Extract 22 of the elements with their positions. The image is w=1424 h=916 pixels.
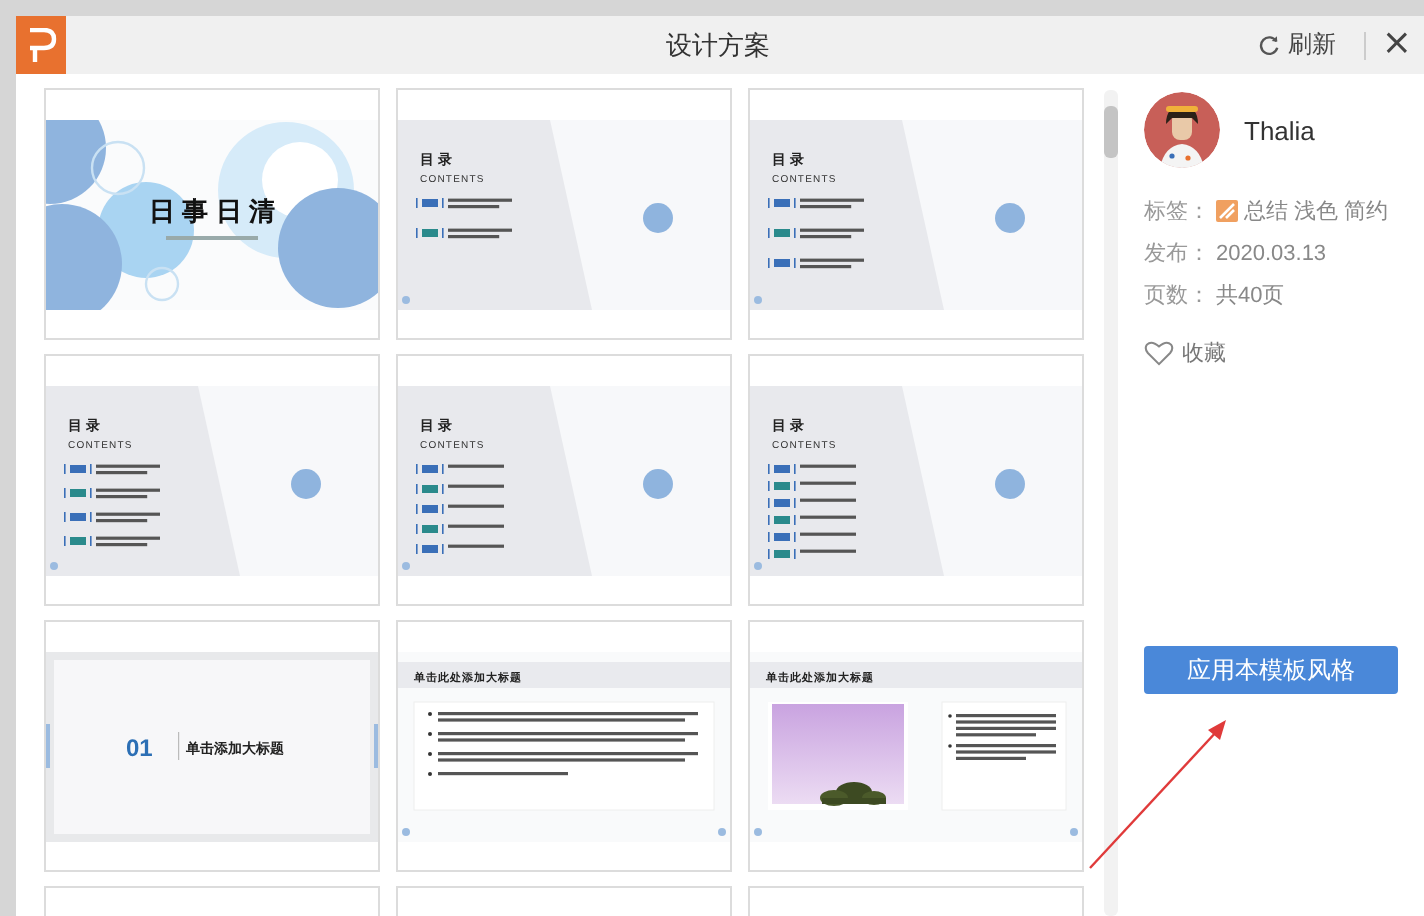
author-name: Thalia (1244, 115, 1315, 145)
slide-title: 日 事 日 清 (149, 195, 275, 225)
heart-icon (1144, 340, 1174, 366)
detail-label: 标签： (1144, 198, 1212, 226)
slide-thumbnail[interactable]: 日 事 日 清 (44, 88, 380, 340)
tag-icon (1216, 200, 1238, 222)
detail-value: 2020.03.13 (1216, 241, 1327, 265)
detail-value: 共40页 (1216, 282, 1285, 310)
refresh-icon (1257, 34, 1280, 56)
close-button[interactable]: × (1381, 25, 1424, 65)
tag-link[interactable]: 简约 (1344, 196, 1388, 226)
section-number: 01 (126, 733, 153, 761)
favorite-button[interactable]: 收藏 (1144, 338, 1226, 368)
scrollbar-thumb[interactable] (1104, 106, 1118, 158)
tag-link[interactable]: 浅色 (1294, 196, 1338, 226)
window-title: 设计方案 (663, 27, 772, 63)
tag-link[interactable]: 总结 (1244, 196, 1288, 226)
detail-label: 发布： (1144, 240, 1212, 268)
apply-template-button[interactable]: 应用本模板风格 (1144, 646, 1398, 694)
detail-label: 页数： (1144, 282, 1212, 310)
refresh-button[interactable]: 刷新 (1249, 24, 1344, 66)
avatar-icon (1144, 92, 1220, 168)
